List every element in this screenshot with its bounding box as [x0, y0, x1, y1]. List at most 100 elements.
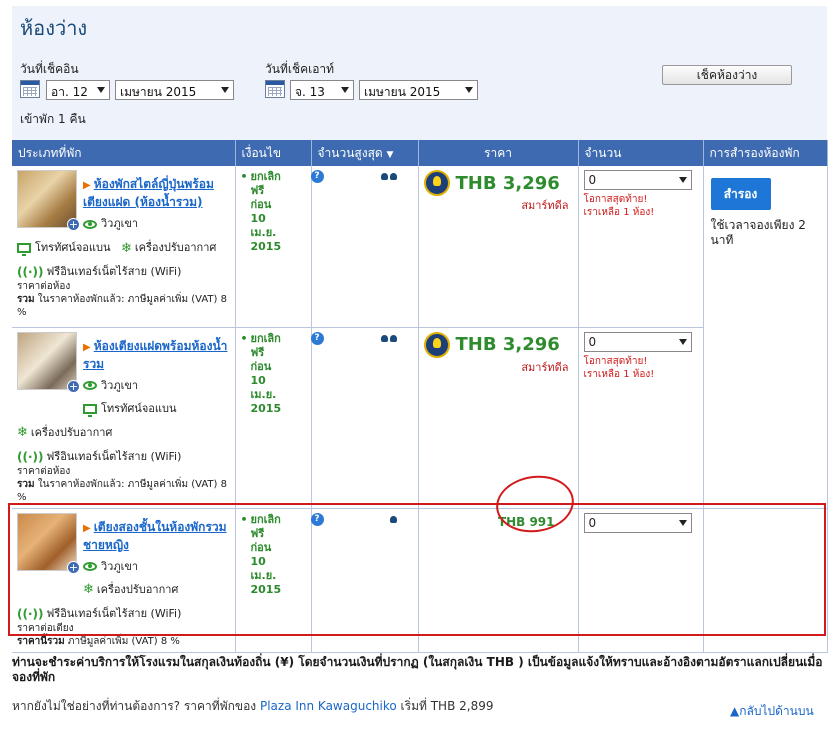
- wifi-icon: ((·)): [17, 449, 44, 464]
- feature-label: เครื่องปรับอากาศ: [30, 425, 113, 439]
- price-basis: ราคาต่อเตียง: [17, 622, 74, 634]
- col-max-occupancy[interactable]: จำนวนสูงสุด ▼: [311, 140, 419, 166]
- col-room-type: ประเภทที่พัก: [12, 140, 236, 166]
- quantity-select[interactable]: 0: [583, 331, 692, 352]
- one-person-icon: [389, 513, 398, 526]
- feature-label: ฟรีอินเทอร์เน็ตไร้สาย (WiFi): [46, 449, 182, 463]
- cancel-policy: ยกเลิกฟรีก่อน10เม.ย.2015 ?: [241, 170, 324, 254]
- cancel-policy: ยกเลิกฟรีก่อน10เม.ย.2015 ?: [241, 331, 324, 416]
- quantity-cell: 0 โอกาสสุดท้าย! เราเหลือ 1 ห้อง!: [578, 166, 704, 328]
- snowflake-icon: ❄: [17, 425, 28, 440]
- max-occupancy-cell: [311, 508, 419, 653]
- nights-count: เข้าพัก 1 คืน: [20, 112, 86, 126]
- room-photo[interactable]: +: [17, 170, 80, 231]
- checkin-month-select[interactable]: เมษายน 2015: [115, 80, 234, 100]
- price-basis: ราคาต่อห้อง: [17, 281, 71, 292]
- price-basis: ราคาต่อห้อง: [17, 465, 71, 477]
- help-icon[interactable]: ?: [310, 170, 324, 183]
- price-cell: THB 3,296 สมาร์ทดีล: [418, 327, 579, 509]
- enlarge-icon[interactable]: +: [67, 560, 80, 574]
- room-photo[interactable]: +: [17, 331, 80, 393]
- tax-note: ราคานี้รวม ภาษีมูลค่าเพิ่ม (VAT) 8 %: [17, 635, 180, 647]
- price-cell: THB 991: [418, 508, 579, 653]
- feature-label: วิวภูเขา: [101, 559, 139, 573]
- condition-cell: ยกเลิกฟรีก่อน10เม.ย.2015 ?: [235, 327, 324, 509]
- checkin-day-select[interactable]: อา. 12: [46, 80, 110, 100]
- room-price: THB 3,296: [455, 334, 560, 355]
- feature-label: วิวภูเขา: [101, 378, 139, 392]
- feature-label: โทรทัศน์จอแบน: [101, 401, 177, 415]
- cancel-policy: ยกเลิกฟรีก่อน10เม.ย.2015 ?: [241, 512, 324, 597]
- triangle-icon: ▶: [83, 522, 91, 534]
- triangle-icon: ▶: [83, 180, 91, 191]
- help-icon[interactable]: ?: [310, 512, 324, 526]
- checkin-calendar-icon[interactable]: [20, 80, 40, 98]
- smart-deal-label: สมาร์ทดีล: [521, 199, 569, 212]
- room-photo[interactable]: +: [17, 512, 80, 574]
- page-title: ห้องว่าง: [20, 16, 88, 40]
- smart-deal-label: สมาร์ทดีล: [521, 360, 569, 374]
- room-name-link[interactable]: ห้องพักสไตล์ญี่ปุ่นพร้อมเตียงแฝด (ห้องน้…: [83, 177, 214, 209]
- feature-label: ฟรีอินเทอร์เน็ตไร้สาย (WiFi): [46, 265, 182, 278]
- snowflake-icon: ❄: [83, 582, 94, 597]
- checkout-calendar-icon[interactable]: [265, 80, 285, 98]
- reserve-button[interactable]: สำรอง: [710, 178, 771, 210]
- wifi-icon: ((·)): [17, 606, 44, 621]
- room-type-cell: + ▶ ห้องเตียงแฝดพร้อมห้องน้ำรวม วิวภูเขา …: [12, 327, 236, 509]
- price-cell: THB 3,296 สมาร์ทดีล: [418, 166, 579, 328]
- col-quantity: จำนวน: [578, 140, 704, 166]
- condition-cell: ยกเลิกฟรีก่อน10เม.ย.2015 ?: [235, 166, 324, 328]
- check-availability-button[interactable]: เช็คห้องว่าง: [662, 65, 792, 85]
- checkin-label: วันที่เช็คอิน: [20, 62, 79, 76]
- quantity-cell: 0: [578, 508, 704, 653]
- col-condition: เงื่อนไข: [235, 140, 312, 166]
- feature-label: เครื่องปรับอากาศ: [96, 582, 179, 596]
- back-to-top-link[interactable]: ▲กลับไปด้านบน: [730, 702, 814, 721]
- room-name-link[interactable]: เตียงสองชั้นในห้องพักรวมชายหญิง: [83, 520, 227, 552]
- booking-cell-empty: [703, 508, 828, 653]
- smart-deal-icon: [423, 331, 450, 358]
- triangle-icon: ▶: [83, 341, 91, 353]
- room-name-link[interactable]: ห้องเตียงแฝดพร้อมห้องน้ำรวม: [83, 339, 227, 371]
- booking-cell: สำรอง ใช้เวลาจองเพียง 2 นาที: [703, 166, 828, 509]
- feature-label: เครื่องปรับอากาศ: [134, 241, 217, 254]
- tv-icon: [17, 243, 31, 256]
- rooms-table: ประเภทที่พัก เงื่อนไข จำนวนสูงสุด ▼ ราคา…: [12, 140, 828, 653]
- table-row: + ▶ ห้องพักสไตล์ญี่ปุ่นพร้อมเตียงแฝด (ห้อ…: [12, 166, 828, 509]
- help-icon[interactable]: ?: [310, 331, 324, 345]
- last-chance-warning: โอกาสสุดท้าย! เราเหลือ 1 ห้อง!: [583, 355, 655, 380]
- max-occupancy-cell: [311, 327, 419, 509]
- room-price: THB 991: [497, 514, 555, 529]
- last-chance-warning: โอกาสสุดท้าย! เราเหลือ 1 ห้อง!: [583, 194, 655, 218]
- hotel-link[interactable]: Plaza Inn Kawaguchiko: [260, 699, 397, 713]
- checkout-label: วันที่เช็คเอาท์: [265, 62, 335, 76]
- eye-icon: [83, 562, 97, 571]
- feature-label: โทรทัศน์จอแบน: [35, 241, 111, 254]
- tax-note: รวม ในราคาห้องพักแล้ว: ภาษีมูลค่าเพิ่ม (…: [17, 294, 227, 318]
- sort-arrow-icon: ▼: [386, 149, 394, 160]
- max-occupancy-cell: [311, 166, 419, 328]
- feature-label: วิวภูเขา: [101, 217, 139, 230]
- snowflake-icon: ❄: [120, 240, 132, 256]
- wifi-icon: ((·)): [17, 265, 44, 279]
- condition-cell: ยกเลิกฟรีก่อน10เม.ย.2015 ?: [235, 508, 324, 653]
- checkout-month-select[interactable]: เมษายน 2015: [359, 80, 478, 100]
- checkout-day-select[interactable]: จ. 13: [290, 80, 354, 100]
- quantity-select[interactable]: 0: [583, 170, 692, 190]
- currency-note: ท่านจะชำระค่าบริการให้โรงแรมในสกุลเงินท้…: [12, 655, 823, 684]
- tv-icon: [83, 403, 97, 417]
- enlarge-icon[interactable]: +: [67, 379, 80, 393]
- two-persons-icon: [380, 332, 398, 345]
- quantity-select[interactable]: 0: [583, 512, 692, 533]
- col-booking: การสำรองห้องพัก: [703, 140, 828, 166]
- reserve-note: ใช้เวลาจองเพียง 2 นาที: [710, 218, 806, 247]
- two-persons-icon: [380, 170, 398, 183]
- tax-note: รวม ในราคาห้องพักแล้ว: ภาษีมูลค่าเพิ่ม (…: [17, 478, 227, 503]
- enlarge-icon[interactable]: +: [67, 218, 80, 231]
- room-type-cell: + ▶ เตียงสองชั้นในห้องพักรวมชายหญิง วิวภู…: [12, 508, 236, 653]
- room-price: THB 3,296: [455, 172, 560, 194]
- other-options-note: หากยังไม่ใช่อย่างที่ท่านต้องการ? ราคาที่…: [12, 699, 494, 713]
- smart-deal-icon: [423, 170, 450, 196]
- room-type-cell: + ▶ ห้องพักสไตล์ญี่ปุ่นพร้อมเตียงแฝด (ห้อ…: [12, 166, 236, 328]
- quantity-cell: 0 โอกาสสุดท้าย! เราเหลือ 1 ห้อง!: [578, 327, 704, 509]
